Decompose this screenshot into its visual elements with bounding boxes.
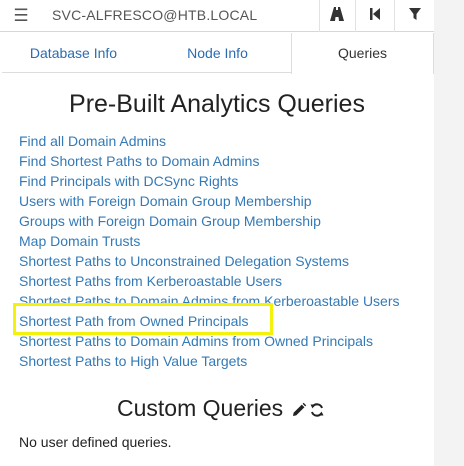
filter-icon <box>409 8 421 20</box>
query-link-groups-foreign-group[interactable]: Groups with Foreign Domain Group Members… <box>19 211 400 231</box>
pencil-icon <box>293 402 307 416</box>
pathfinding-icon <box>330 7 344 21</box>
refresh-custom-queries-button[interactable] <box>309 402 325 418</box>
search-bar: ☰ SVC-ALFRESCO@HTB.LOCAL <box>0 0 434 32</box>
right-gutter <box>434 0 464 466</box>
toolbar-divider <box>355 0 356 32</box>
filter-button[interactable] <box>402 4 428 26</box>
pathfinding-button[interactable] <box>324 4 350 26</box>
menu-icon[interactable]: ☰ <box>10 6 32 26</box>
query-link-kerberoastable-users[interactable]: Shortest Paths from Kerberoastable Users <box>19 271 400 291</box>
prebuilt-query-list: Find all Domain Admins Find Shortest Pat… <box>19 131 400 371</box>
queries-panel: ☰ SVC-ALFRESCO@HTB.LOCAL Database Info N… <box>0 0 434 466</box>
query-link-find-domain-admins[interactable]: Find all Domain Admins <box>19 131 400 151</box>
no-custom-queries-text: No user defined queries. <box>19 434 172 450</box>
refresh-icon <box>310 403 324 417</box>
edit-custom-queries-button[interactable] <box>291 402 307 418</box>
back-icon <box>370 8 380 20</box>
query-link-owned-principals[interactable]: Shortest Path from Owned Principals <box>19 311 400 331</box>
query-link-dcsync-rights[interactable]: Find Principals with DCSync Rights <box>19 171 400 191</box>
tab-database-info[interactable]: Database Info <box>2 33 145 73</box>
toolbar-divider <box>319 0 320 32</box>
query-link-da-from-kerberoastable[interactable]: Shortest Paths to Domain Admins from Ker… <box>19 291 400 311</box>
back-button[interactable] <box>362 4 388 26</box>
query-link-unconstrained-delegation[interactable]: Shortest Paths to Unconstrained Delegati… <box>19 251 400 271</box>
tab-node-info[interactable]: Node Info <box>145 33 290 73</box>
query-link-high-value-targets[interactable]: Shortest Paths to High Value Targets <box>19 351 400 371</box>
database-label[interactable]: SVC-ALFRESCO@HTB.LOCAL <box>52 7 257 23</box>
query-link-da-from-owned[interactable]: Shortest Paths to Domain Admins from Own… <box>19 331 400 351</box>
toolbar-divider <box>394 0 395 32</box>
tab-bar: Database Info Node Info Queries <box>2 33 434 74</box>
prebuilt-queries-title: Pre-Built Analytics Queries <box>69 90 365 118</box>
query-link-shortest-paths-domain-admins[interactable]: Find Shortest Paths to Domain Admins <box>19 151 400 171</box>
custom-queries-title: Custom Queries <box>117 395 284 421</box>
query-link-map-domain-trusts[interactable]: Map Domain Trusts <box>19 231 400 251</box>
query-link-users-foreign-group[interactable]: Users with Foreign Domain Group Membersh… <box>19 191 400 211</box>
tab-queries[interactable]: Queries <box>291 33 434 74</box>
